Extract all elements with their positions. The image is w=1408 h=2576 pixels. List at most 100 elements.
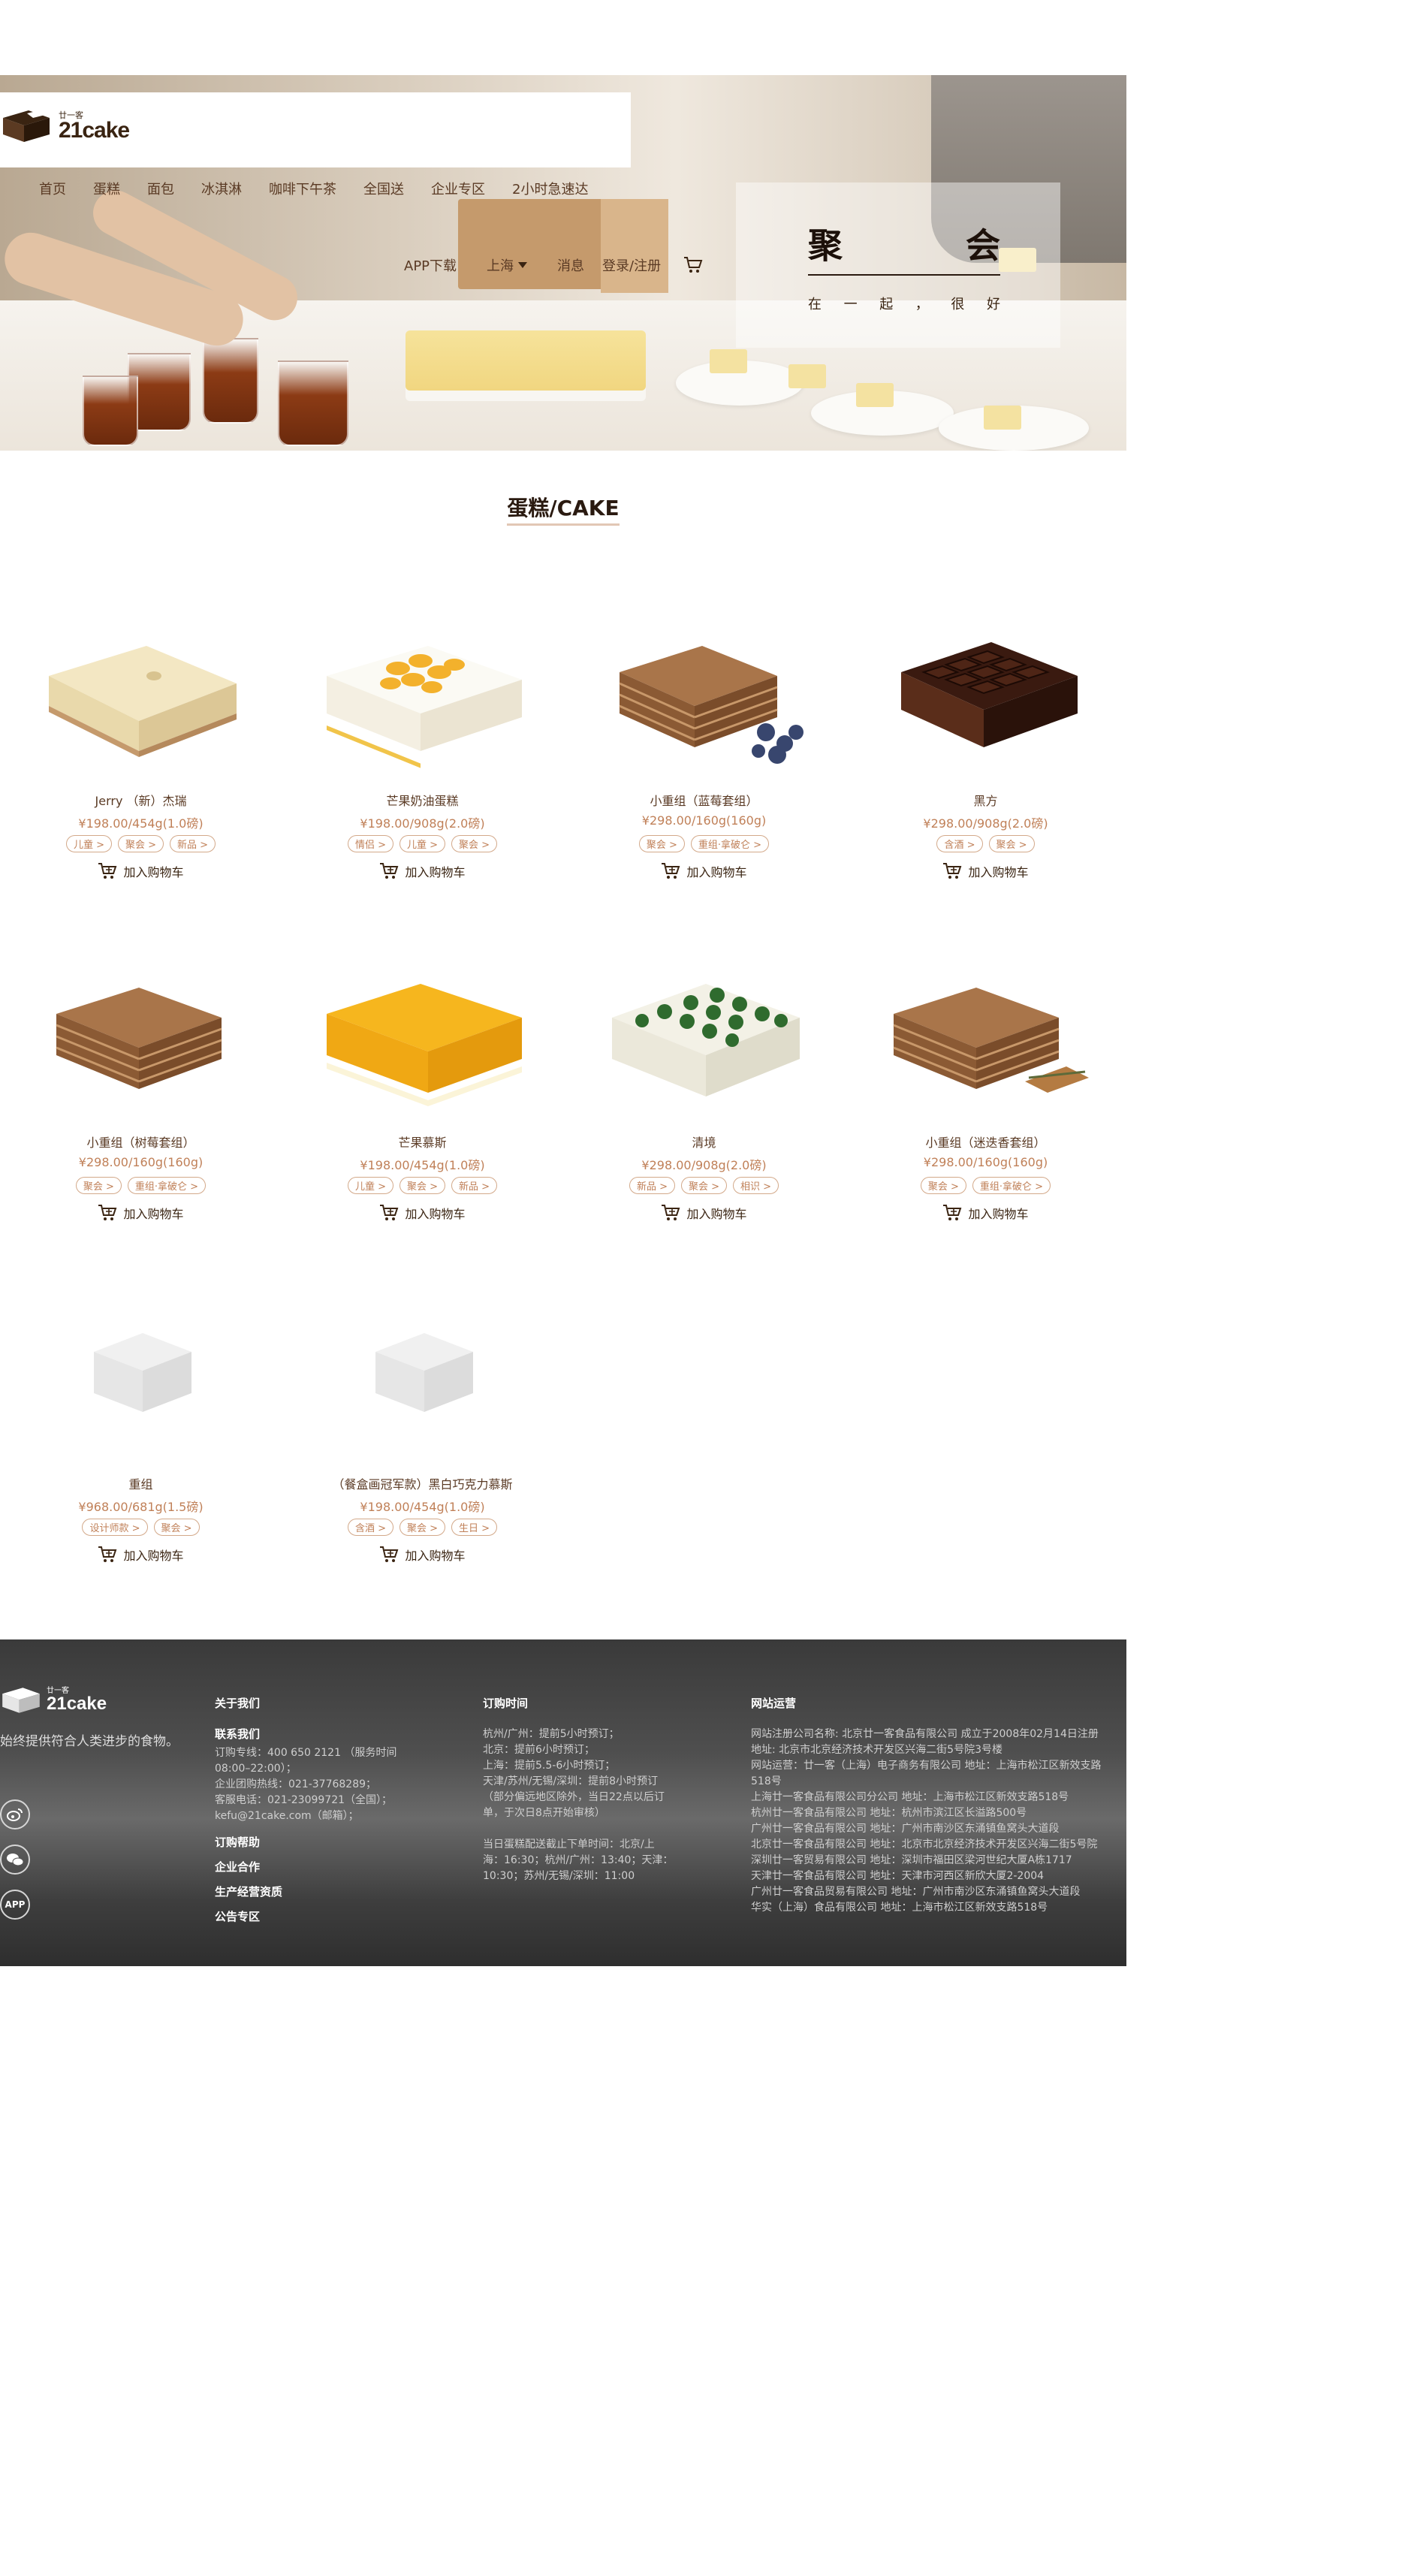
nav-item-nationwide[interactable]: 全国送 (363, 179, 404, 198)
add-to-cart-button[interactable]: 加入购物车 (0, 1204, 282, 1222)
add-to-cart-button[interactable]: 加入购物车 (0, 862, 282, 880)
product-card[interactable]: 小重组（树莓套组） ¥298.00/160g(160g) 聚会 > 重组·拿破仑 > 加… (0, 943, 282, 1228)
product-tag[interactable]: 聚会 > (75, 1177, 122, 1194)
product-card[interactable]: （餐盒画冠军款）黑白巧克力慕斯 ¥198.00/454g(1.0磅) 含酒 > 聚会 … (282, 1284, 563, 1570)
product-tag[interactable]: 新品 > (629, 1177, 675, 1194)
add-to-cart-button[interactable]: 加入购物车 (563, 862, 845, 880)
product-tag[interactable]: 相识 > (733, 1177, 779, 1194)
product-card[interactable]: 重组 ¥968.00/681g(1.5磅) 设计师款 > 聚会 > 加入购物车 (0, 1284, 282, 1570)
product-tag[interactable]: 聚会 > (638, 835, 685, 852)
product-image[interactable] (315, 1284, 529, 1464)
product-tags: 聚会 > 重组·拿破仑 > (563, 835, 845, 852)
product-tag[interactable]: 生日 > (451, 1519, 498, 1536)
footer-order-line: 单，于次日8点开始审核） (483, 1807, 605, 1819)
city-selector[interactable]: 上海 (487, 255, 528, 275)
product-card[interactable]: 黑方 ¥298.00/908g(2.0磅) 含酒 > 聚会 > 加入购物车 (845, 601, 1126, 886)
product-tag[interactable]: 儿童 > (347, 1177, 393, 1194)
product-card[interactable]: 芒果慕斯 ¥198.00/454g(1.0磅) 儿童 > 聚会 > 新品 > 加入购物车 (282, 943, 563, 1228)
product-tag[interactable]: 含酒 > (347, 1519, 393, 1536)
footer-operations-title: 网站运营 (751, 1697, 797, 1710)
logo-cake-icon (0, 107, 53, 145)
add-to-cart-button[interactable]: 加入购物车 (845, 1204, 1126, 1222)
product-name[interactable]: 清境 (563, 1133, 845, 1151)
footer-logo[interactable]: 廿一客 21cake (0, 1685, 107, 1716)
product-image[interactable] (879, 943, 1093, 1123)
footer-contact-line: kefu@21cake.com（邮箱）； (215, 1810, 359, 1822)
nav-item-enterprise[interactable]: 企业专区 (431, 179, 485, 198)
product-tag[interactable]: 聚会 > (399, 1519, 446, 1536)
product-tag[interactable]: 聚会 > (153, 1519, 200, 1536)
logo-bar: 廿一客 21cake (0, 92, 631, 167)
nav-item-express[interactable]: 2小时急速达 (512, 179, 588, 198)
product-name[interactable]: 小重组（树莓套组） (0, 1133, 282, 1151)
add-cart-icon (379, 1546, 405, 1564)
product-tag[interactable]: 设计师款 > (82, 1519, 148, 1536)
nav-item-ice-cream[interactable]: 冰淇淋 (201, 179, 242, 198)
add-to-cart-button[interactable]: 加入购物车 (282, 862, 563, 880)
product-tag[interactable]: 儿童 > (65, 835, 112, 852)
product-tag[interactable]: 聚会 > (117, 835, 164, 852)
product-tag[interactable]: 重组·拿破仑 > (972, 1177, 1051, 1194)
product-image[interactable] (315, 601, 529, 781)
product-tag[interactable]: 新品 > (170, 835, 216, 852)
add-to-cart-button[interactable]: 加入购物车 (845, 862, 1126, 880)
add-to-cart-button[interactable]: 加入购物车 (563, 1204, 845, 1222)
product-tag[interactable]: 含酒 > (936, 835, 983, 852)
nav-item-bread[interactable]: 面包 (147, 179, 174, 198)
hero-tea-cup (278, 360, 348, 446)
cart-icon[interactable] (683, 256, 703, 274)
product-name[interactable]: 芒果奶油蛋糕 (282, 791, 563, 809)
product-image[interactable] (34, 601, 248, 781)
footer-about-title: 关于我们 (215, 1697, 261, 1710)
product-tag[interactable]: 聚会 > (451, 835, 498, 852)
product-tag[interactable]: 重组·拿破仑 > (127, 1177, 207, 1194)
login-register-link[interactable]: 登录/注册 (602, 255, 661, 275)
product-image[interactable] (34, 943, 248, 1123)
footer-link-order-help[interactable]: 订购帮助 (215, 1835, 440, 1851)
app-download-link[interactable]: APP下载 (404, 255, 457, 275)
product-name[interactable]: Jerry （新）杰瑞 (0, 791, 282, 809)
product-card[interactable]: 清境 ¥298.00/908g(2.0磅) 新品 > 聚会 > 相识 > 加入购物车 (563, 943, 845, 1228)
add-to-cart-button[interactable]: 加入购物车 (282, 1204, 563, 1222)
product-image[interactable] (879, 601, 1093, 781)
nav-item-coffee-tea[interactable]: 咖啡下午茶 (269, 179, 336, 198)
footer-link-cooperation[interactable]: 企业合作 (215, 1860, 440, 1875)
product-image[interactable] (597, 943, 811, 1123)
product-image[interactable] (597, 601, 811, 781)
product-card[interactable]: 小重组（迷迭香套组） ¥298.00/160g(160g) 聚会 > 重组·拿破仑 >… (845, 943, 1126, 1228)
site-logo[interactable]: 廿一客 21cake (0, 107, 130, 145)
product-tag[interactable]: 聚会 > (399, 1177, 446, 1194)
add-to-cart-button[interactable]: 加入购物车 (282, 1546, 563, 1564)
product-tag[interactable]: 聚会 > (920, 1177, 966, 1194)
footer-link-qualifications[interactable]: 生产经营资质 (215, 1884, 440, 1900)
product-tag[interactable]: 聚会 > (988, 835, 1035, 852)
weibo-icon[interactable] (0, 1799, 30, 1829)
product-card[interactable]: 芒果奶油蛋糕 ¥198.00/908g(2.0磅) 情侣 > 儿童 > 聚会 > 加入购物… (282, 601, 563, 886)
product-tag[interactable]: 情侣 > (347, 835, 393, 852)
messages-link[interactable]: 消息 (557, 255, 584, 275)
product-tag[interactable]: 重组·拿破仑 > (690, 835, 770, 852)
nav-item-cake[interactable]: 蛋糕 (93, 179, 120, 198)
product-tags: 聚会 > 重组·拿破仑 > (0, 1177, 282, 1194)
product-name[interactable]: （餐盒画冠军款）黑白巧克力慕斯 (282, 1474, 563, 1492)
add-to-cart-button[interactable]: 加入购物车 (0, 1546, 282, 1564)
product-tag[interactable]: 儿童 > (399, 835, 446, 852)
product-name[interactable]: 重组 (0, 1474, 282, 1492)
product-image[interactable] (315, 943, 529, 1123)
product-name[interactable]: 黑方 (845, 791, 1126, 809)
hero-cake-piece (788, 364, 826, 388)
app-icon[interactable]: APP (0, 1890, 30, 1920)
hero-headline-char: 会 (966, 225, 1000, 266)
product-tag[interactable]: 聚会 > (680, 1177, 728, 1194)
product-name[interactable]: 芒果慕斯 (282, 1133, 563, 1151)
product-card[interactable]: Jerry （新）杰瑞 ¥198.00/454g(1.0磅) 儿童 > 聚会 > 新品 … (0, 601, 282, 886)
product-name[interactable]: 小重组（迷迭香套组） (845, 1133, 1126, 1151)
product-tag[interactable]: 新品 > (451, 1177, 498, 1194)
nav-item-home[interactable]: 首页 (39, 179, 66, 198)
product-image[interactable] (34, 1284, 248, 1464)
product-name[interactable]: 小重组（蓝莓套组） (563, 791, 845, 809)
wechat-icon[interactable] (0, 1845, 30, 1875)
product-card[interactable]: 小重组（蓝莓套组） ¥298.00/160g(160g) 聚会 > 重组·拿破仑 > 加… (563, 601, 845, 886)
footer-link-announcements[interactable]: 公告专区 (215, 1909, 440, 1925)
product-price: ¥968.00/681g(1.5磅) (78, 1500, 204, 1514)
